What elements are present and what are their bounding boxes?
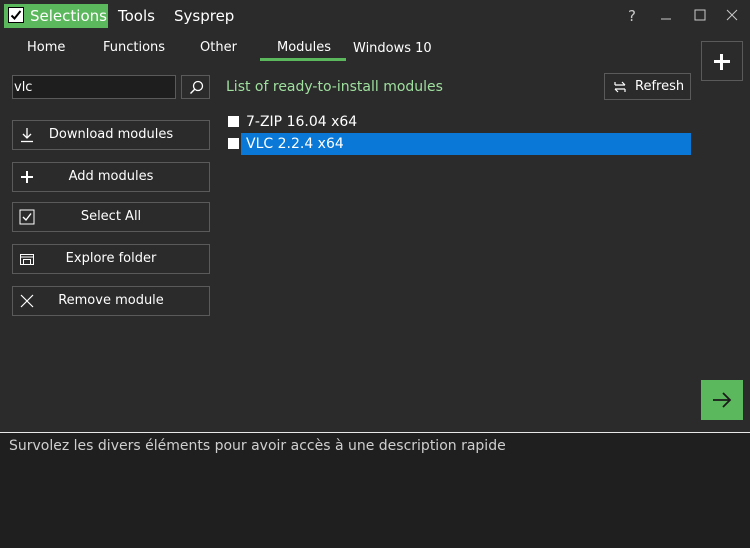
description-text: Survolez les divers éléments pour avoir … (9, 438, 506, 454)
item-checkbox[interactable] (228, 138, 239, 149)
list-item-label: 7-ZIP 16.04 x64 (246, 114, 358, 130)
maximize-icon (694, 9, 706, 21)
select-all-label: Select All (80, 209, 142, 224)
remove-module-button[interactable]: Remove module (12, 286, 210, 316)
remove-module-label: Remove module (58, 293, 164, 308)
arrow-right-icon (713, 392, 732, 408)
explore-folder-label: Explore folder (65, 251, 157, 266)
title-bar: Selections Tools Sysprep ? (0, 0, 750, 32)
menu-tools[interactable]: Tools (118, 4, 155, 28)
minimize-icon (661, 18, 671, 20)
list-item-label: VLC 2.2.4 x64 (246, 136, 344, 152)
tab-windows-10[interactable]: Windows 10 (353, 41, 432, 61)
tab-functions[interactable]: Functions (103, 40, 165, 60)
explore-folder-button[interactable]: Explore folder (12, 244, 210, 274)
close-icon (726, 9, 738, 21)
refresh-button[interactable]: Refresh (604, 73, 691, 100)
refresh-icon (614, 81, 626, 93)
checkbox-icon (8, 7, 24, 23)
refresh-label: Refresh (635, 79, 685, 94)
tab-modules[interactable]: Modules (277, 40, 331, 60)
modules-list-title: List of ready-to-install modules (226, 79, 443, 95)
next-button[interactable] (701, 380, 743, 420)
help-button[interactable]: ? (620, 4, 644, 28)
tab-home[interactable]: Home (27, 40, 65, 60)
search-icon (190, 80, 204, 94)
select-all-button[interactable]: Select All (12, 202, 210, 232)
tab-other[interactable]: Other (200, 40, 237, 60)
search-input[interactable] (12, 75, 176, 99)
maximize-button[interactable] (688, 4, 712, 28)
menu-selections-label: Selections (30, 7, 107, 25)
description-panel: Survolez les divers éléments pour avoir … (0, 433, 750, 548)
download-modules-button[interactable]: Download modules (12, 120, 210, 150)
search-button[interactable] (181, 75, 210, 99)
menu-selections[interactable]: Selections (4, 4, 108, 28)
item-checkbox[interactable] (228, 116, 239, 127)
list-item[interactable]: 7-ZIP 16.04 x64 (226, 111, 691, 133)
menu-sysprep[interactable]: Sysprep (174, 4, 234, 28)
tab-modules-indicator (260, 58, 346, 61)
add-tab-button[interactable] (701, 41, 743, 81)
add-modules-button[interactable]: Add modules (12, 162, 210, 192)
list-item-selected[interactable]: VLC 2.2.4 x64 (226, 133, 691, 155)
add-modules-label: Add modules (68, 169, 154, 184)
close-button[interactable] (720, 4, 744, 28)
download-modules-label: Download modules (48, 127, 174, 142)
minimize-button[interactable] (654, 4, 678, 28)
